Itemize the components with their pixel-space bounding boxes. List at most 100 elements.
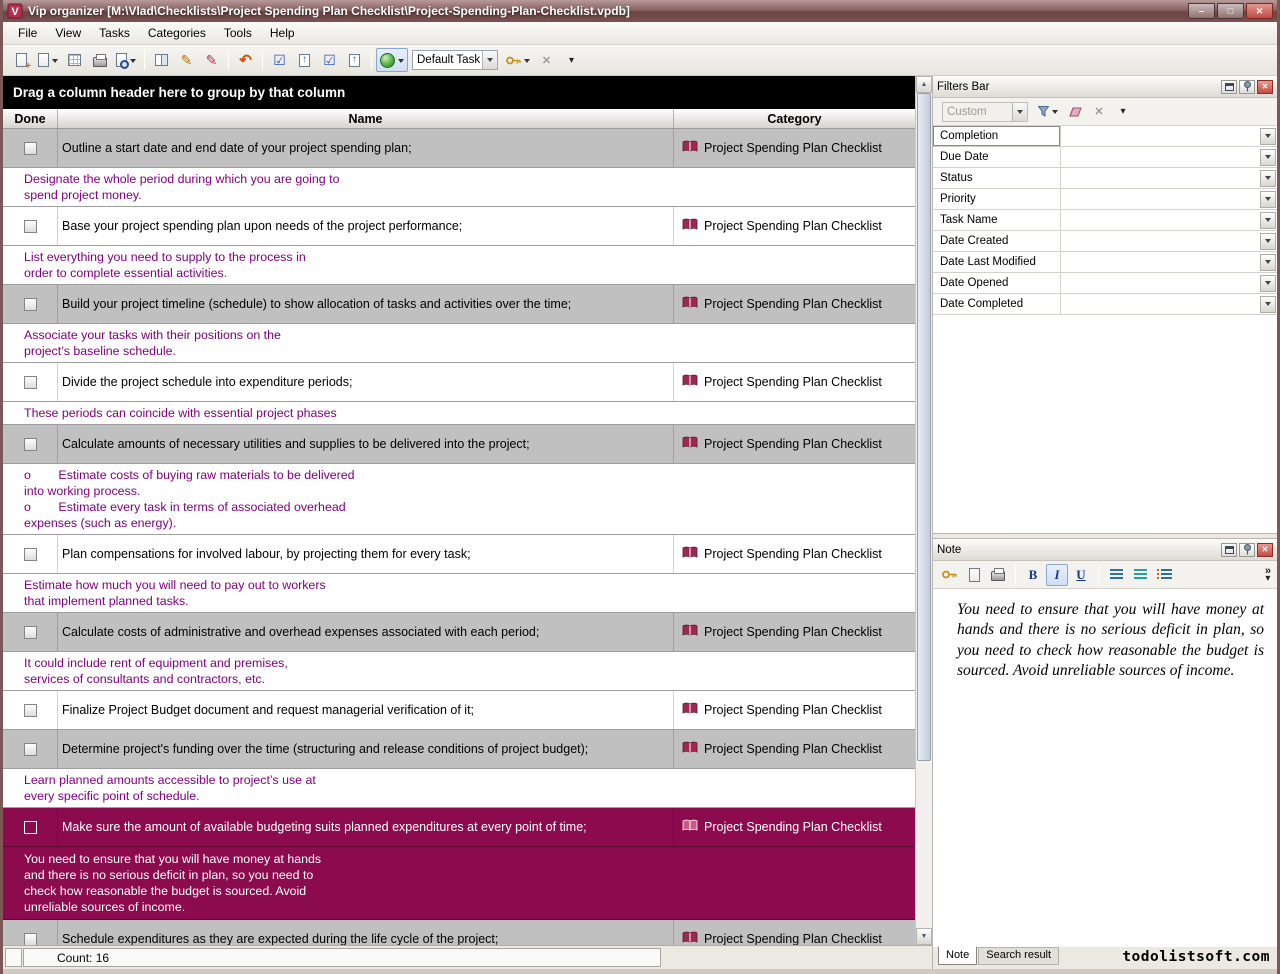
filter-dropdown-button[interactable]	[1260, 191, 1276, 208]
table-row[interactable]: Schedule expenditures as they are expect…	[3, 920, 915, 945]
apply-filter-button[interactable]	[1034, 101, 1062, 123]
menu-categories[interactable]: Categories	[139, 23, 215, 43]
column-header-name[interactable]: Name	[58, 109, 673, 128]
task-checkbox[interactable]	[24, 626, 37, 639]
combo-dropdown-icon[interactable]	[1012, 103, 1027, 121]
column-header-done[interactable]: Done	[3, 109, 58, 128]
table-row[interactable]: Determine project's funding over the tim…	[3, 730, 915, 769]
note-text[interactable]: You need to ensure that you will have mo…	[933, 589, 1277, 947]
filter-value-completion[interactable]	[1061, 126, 1277, 146]
undo-button[interactable]	[233, 48, 258, 72]
task-checkbox[interactable]	[24, 438, 37, 451]
permissions-button[interactable]	[502, 48, 534, 72]
task-checkbox[interactable]	[24, 220, 37, 233]
filter-dropdown-button[interactable]	[1260, 233, 1276, 250]
close-button[interactable]	[1246, 3, 1273, 19]
task-checkbox[interactable]	[24, 704, 37, 717]
filter-dropdown-button[interactable]	[1260, 275, 1276, 292]
note-pin-button[interactable]	[1239, 543, 1255, 557]
filter-dropdown-button[interactable]	[1260, 254, 1276, 271]
task-note-row[interactable]: Designate the whole period during which …	[3, 168, 915, 207]
table-row[interactable]: Make sure the amount of available budget…	[3, 808, 915, 847]
print-note-button[interactable]	[987, 564, 1009, 586]
update-all-button[interactable]	[342, 48, 367, 72]
update-task-button[interactable]	[292, 48, 317, 72]
filter-dropdown-button[interactable]	[1260, 212, 1276, 229]
task-note-row[interactable]: Learn planned amounts accessible to proj…	[3, 769, 915, 808]
table-row[interactable]: Calculate amounts of necessary utilities…	[3, 425, 915, 464]
highlight-button[interactable]	[199, 48, 224, 72]
filter-dropdown-button[interactable]	[1260, 128, 1276, 145]
table-row[interactable]: Outline a start date and end date of you…	[3, 129, 915, 168]
clear-filter-button[interactable]	[1064, 101, 1086, 123]
menu-help[interactable]: Help	[261, 23, 304, 43]
scroll-up-button[interactable]: ▲	[916, 76, 932, 93]
delete-button[interactable]	[534, 48, 559, 72]
scroll-down-button[interactable]: ▼	[916, 928, 932, 945]
task-note-row[interactable]: o Estimate costs of buying raw materials…	[3, 464, 915, 535]
note-overflow-button[interactable]	[1265, 567, 1272, 583]
default-task-combobox[interactable]: Default Task	[412, 50, 498, 70]
table-row[interactable]: Base your project spending plan upon nee…	[3, 207, 915, 246]
task-note-row[interactable]: Estimate how much you will need to pay o…	[3, 574, 915, 613]
note-close-button[interactable]	[1257, 543, 1273, 557]
menu-file[interactable]: File	[9, 23, 46, 43]
complete-task-button[interactable]	[267, 48, 292, 72]
scrollbar-thumb[interactable]	[917, 93, 931, 761]
table-row[interactable]: Calculate costs of administrative and ov…	[3, 613, 915, 652]
filter-value-priority[interactable]	[1061, 189, 1277, 209]
tab-search-result[interactable]: Search result	[978, 947, 1059, 965]
table-row[interactable]: Finalize Project Budget document and req…	[3, 691, 915, 730]
task-checkbox[interactable]	[24, 142, 37, 155]
menu-tasks[interactable]: Tasks	[90, 23, 139, 43]
filter-value-status[interactable]	[1061, 168, 1277, 188]
menu-view[interactable]: View	[46, 23, 90, 43]
task-checkbox[interactable]	[24, 933, 37, 946]
task-checkbox[interactable]	[24, 821, 37, 834]
note-restore-button[interactable]	[1221, 543, 1237, 557]
underline-button[interactable]: U	[1070, 564, 1092, 586]
scrollbar-track[interactable]	[916, 93, 932, 928]
group-by-bar[interactable]: Drag a column header here to group by th…	[3, 76, 915, 109]
align-center-button[interactable]	[1129, 564, 1151, 586]
table-row[interactable]: Plan compensations for involved labour, …	[3, 535, 915, 574]
online-sync-button[interactable]	[376, 48, 408, 72]
filter-value-date-completed[interactable]	[1061, 294, 1277, 314]
maximize-button[interactable]	[1217, 3, 1244, 19]
filter-value-due-date[interactable]	[1061, 147, 1277, 167]
filter-value-date-last-modified[interactable]	[1061, 252, 1277, 272]
more-tools-button[interactable]	[559, 48, 584, 72]
task-note-row[interactable]: Associate your tasks with their position…	[3, 324, 915, 363]
custom-filter-combobox[interactable]: Custom	[942, 102, 1028, 122]
note-tools-button[interactable]	[938, 564, 961, 586]
menu-tools[interactable]: Tools	[215, 23, 261, 43]
filter-value-task-name[interactable]	[1061, 210, 1277, 230]
filter-dropdown-button[interactable]	[1260, 149, 1276, 166]
filter-dropdown-button[interactable]	[1260, 170, 1276, 187]
table-row[interactable]: Divide the project schedule into expendi…	[3, 363, 915, 402]
tab-note[interactable]: Note	[938, 946, 977, 965]
task-note-row[interactable]: List everything you need to supply to th…	[3, 246, 915, 285]
print-preview-button[interactable]	[112, 48, 140, 72]
panels-button[interactable]	[149, 48, 174, 72]
remove-filter-button[interactable]	[1088, 101, 1110, 123]
align-left-button[interactable]	[1105, 564, 1127, 586]
task-note-row[interactable]: It could include rent of equipment and p…	[3, 652, 915, 691]
vertical-scrollbar[interactable]: ▲ ▼	[915, 76, 932, 945]
column-header-category[interactable]: Category	[673, 109, 915, 128]
task-checkbox[interactable]	[24, 743, 37, 756]
task-checkbox[interactable]	[24, 298, 37, 311]
table-row[interactable]: Build your project timeline (schedule) t…	[3, 285, 915, 324]
task-checkbox[interactable]	[24, 548, 37, 561]
filters-restore-button[interactable]	[1221, 80, 1237, 94]
task-note-row[interactable]: These periods can coincide with essentia…	[3, 402, 915, 425]
view-layout-button[interactable]	[62, 48, 87, 72]
minimize-button[interactable]	[1188, 3, 1215, 19]
new-task-button[interactable]	[9, 48, 34, 72]
filters-pin-button[interactable]	[1239, 80, 1255, 94]
italic-button[interactable]: I	[1046, 564, 1068, 586]
print-button[interactable]	[87, 48, 112, 72]
edit-task-button[interactable]	[174, 48, 199, 72]
filter-value-date-created[interactable]	[1061, 231, 1277, 251]
filters-more-button[interactable]	[1112, 101, 1134, 123]
